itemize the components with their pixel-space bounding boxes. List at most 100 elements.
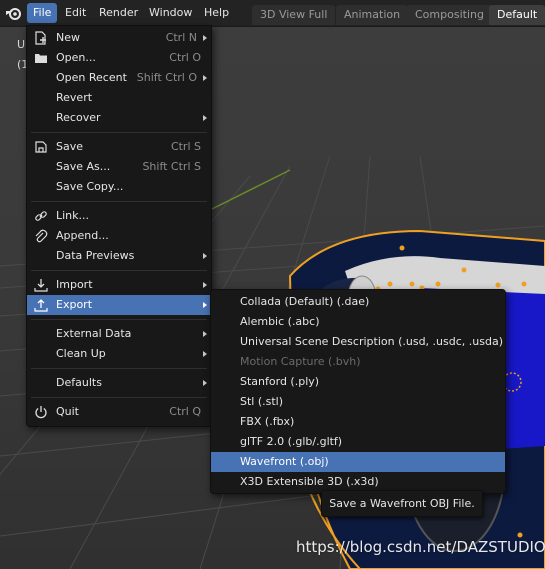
folder-icon	[35, 54, 47, 63]
submenu-arrow-icon	[203, 35, 207, 41]
menu-item-label: Revert	[56, 91, 93, 104]
menu-separator	[31, 368, 207, 369]
menu-item-data-previews[interactable]: Data Previews	[27, 246, 211, 266]
submenu-arrow-icon	[203, 302, 207, 308]
submenu-arrow-icon	[203, 331, 207, 337]
export-bvh: Motion Capture (.bvh)	[211, 352, 505, 372]
menu-item-shortcut: Ctrl Q	[169, 405, 201, 418]
tab-default[interactable]: Default	[489, 5, 545, 25]
menu-item-shortcut: Shift Ctrl S	[142, 160, 201, 173]
blender-logo-icon[interactable]	[5, 5, 22, 21]
menu-item-export[interactable]: Export	[27, 295, 211, 315]
menu-item-label: Wavefront (.obj)	[240, 455, 329, 468]
menu-item-shortcut: Ctrl O	[169, 51, 201, 64]
export-icon	[34, 299, 48, 312]
export-usd[interactable]: Universal Scene Description (.usd, .usdc…	[211, 332, 505, 352]
menu-item-label: External Data	[56, 327, 132, 340]
export-submenu: Collada (Default) (.dae) Alembic (.abc) …	[210, 289, 506, 494]
import-icon	[34, 279, 48, 292]
viewport-mode-text: U	[17, 38, 26, 51]
export-wavefront-obj[interactable]: Wavefront (.obj)	[211, 452, 505, 472]
export-gltf[interactable]: glTF 2.0 (.glb/.gltf)	[211, 432, 505, 452]
tooltip-text: Save a Wavefront OBJ File.	[329, 497, 475, 510]
export-fbx[interactable]: FBX (.fbx)	[211, 412, 505, 432]
menu-item-open[interactable]: Open... Ctrl O	[27, 48, 211, 68]
menu-item-label: Motion Capture (.bvh)	[240, 355, 361, 368]
menu-item-save-copy[interactable]: Save Copy...	[27, 177, 211, 197]
submenu-arrow-icon	[203, 351, 207, 357]
menu-item-open-recent[interactable]: Open Recent Shift Ctrl O	[27, 68, 211, 88]
menu-item-label: FBX (.fbx)	[240, 415, 295, 428]
menu-item-label: Save	[56, 140, 84, 153]
menu-item-link[interactable]: Link...	[27, 206, 211, 226]
menu-item-label: Collada (Default) (.dae)	[240, 295, 370, 308]
menu-item-label: Defaults	[56, 376, 102, 389]
menu-item-append[interactable]: Append...	[27, 226, 211, 246]
menu-item-label: Open Recent	[56, 71, 127, 84]
menu-item-label: Alembic (.abc)	[240, 315, 320, 328]
menu-item-label: Link...	[56, 209, 90, 222]
menu-window[interactable]: Window	[143, 3, 198, 23]
append-icon	[35, 229, 48, 243]
menu-separator	[31, 270, 207, 271]
menu-item-label: glTF 2.0 (.glb/.gltf)	[240, 435, 343, 448]
menu-item-quit[interactable]: Quit Ctrl Q	[27, 402, 211, 422]
top-bar: File Edit Render Window Help 3D View Ful…	[0, 0, 545, 27]
export-alembic[interactable]: Alembic (.abc)	[211, 312, 505, 332]
tab-3d-view-full[interactable]: 3D View Full	[252, 5, 336, 25]
menu-item-recover[interactable]: Recover	[27, 108, 211, 128]
save-icon	[35, 141, 47, 153]
menu-separator	[31, 319, 207, 320]
menu-item-label: Recover	[56, 111, 101, 124]
blender-window: U (1 File Edit Render Window Help 3D Vie…	[0, 0, 545, 569]
menu-item-shortcut: Ctrl N	[165, 31, 197, 44]
export-stl[interactable]: Stl (.stl)	[211, 392, 505, 412]
menu-help[interactable]: Help	[198, 3, 235, 23]
power-icon	[35, 406, 47, 419]
new-file-icon	[35, 31, 46, 45]
link-icon	[35, 211, 47, 221]
menu-item-label: Save As...	[56, 160, 111, 173]
submenu-arrow-icon	[203, 253, 207, 259]
menu-item-label: Export	[56, 298, 93, 311]
menu-item-shortcut: Shift Ctrl O	[136, 71, 197, 84]
menu-item-shortcut: Ctrl S	[170, 140, 201, 153]
menu-item-defaults[interactable]: Defaults	[27, 373, 211, 393]
submenu-arrow-icon	[203, 115, 207, 121]
menu-item-save-as[interactable]: Save As... Shift Ctrl S	[27, 157, 211, 177]
file-menu: New Ctrl N Open... Ctrl O Open Recent Sh…	[26, 25, 212, 427]
menu-item-label: Clean Up	[56, 347, 106, 360]
tab-animation[interactable]: Animation	[336, 5, 409, 25]
menu-item-label: Universal Scene Description (.usd, .usdc…	[240, 335, 503, 348]
export-ply[interactable]: Stanford (.ply)	[211, 372, 505, 392]
menu-edit[interactable]: Edit	[59, 3, 92, 23]
menu-item-external-data[interactable]: External Data	[27, 324, 211, 344]
menu-item-clean-up[interactable]: Clean Up	[27, 344, 211, 364]
menu-item-label: Import	[56, 278, 93, 291]
menu-item-new[interactable]: New Ctrl N	[27, 28, 211, 48]
menu-item-label: Open...	[56, 51, 96, 64]
watermark: https://blog.csdn.net/DAZSTUDIO	[296, 538, 545, 556]
tab-compositing[interactable]: Compositing	[407, 5, 492, 25]
menu-item-label: Quit	[56, 405, 79, 418]
tooltip: Save a Wavefront OBJ File.	[321, 490, 483, 517]
submenu-arrow-icon	[203, 282, 207, 288]
submenu-arrow-icon	[203, 380, 207, 386]
menu-item-import[interactable]: Import	[27, 275, 211, 295]
menu-item-label: Data Previews	[56, 249, 135, 262]
menu-render[interactable]: Render	[93, 3, 144, 23]
menu-item-label: X3D Extensible 3D (.x3d)	[240, 475, 379, 488]
menu-item-label: Append...	[56, 229, 109, 242]
menu-item-label: Stanford (.ply)	[240, 375, 320, 388]
menu-item-label: Save Copy...	[56, 180, 124, 193]
menu-separator	[31, 397, 207, 398]
menu-item-label: Stl (.stl)	[240, 395, 284, 408]
export-x3d[interactable]: X3D Extensible 3D (.x3d)	[211, 472, 505, 492]
menu-item-label: New	[56, 31, 80, 44]
menu-item-revert[interactable]: Revert	[27, 88, 211, 108]
menu-item-save[interactable]: Save Ctrl S	[27, 137, 211, 157]
menu-separator	[31, 201, 207, 202]
export-collada[interactable]: Collada (Default) (.dae)	[211, 292, 505, 312]
submenu-arrow-icon	[203, 75, 207, 81]
menu-file[interactable]: File	[27, 3, 58, 23]
